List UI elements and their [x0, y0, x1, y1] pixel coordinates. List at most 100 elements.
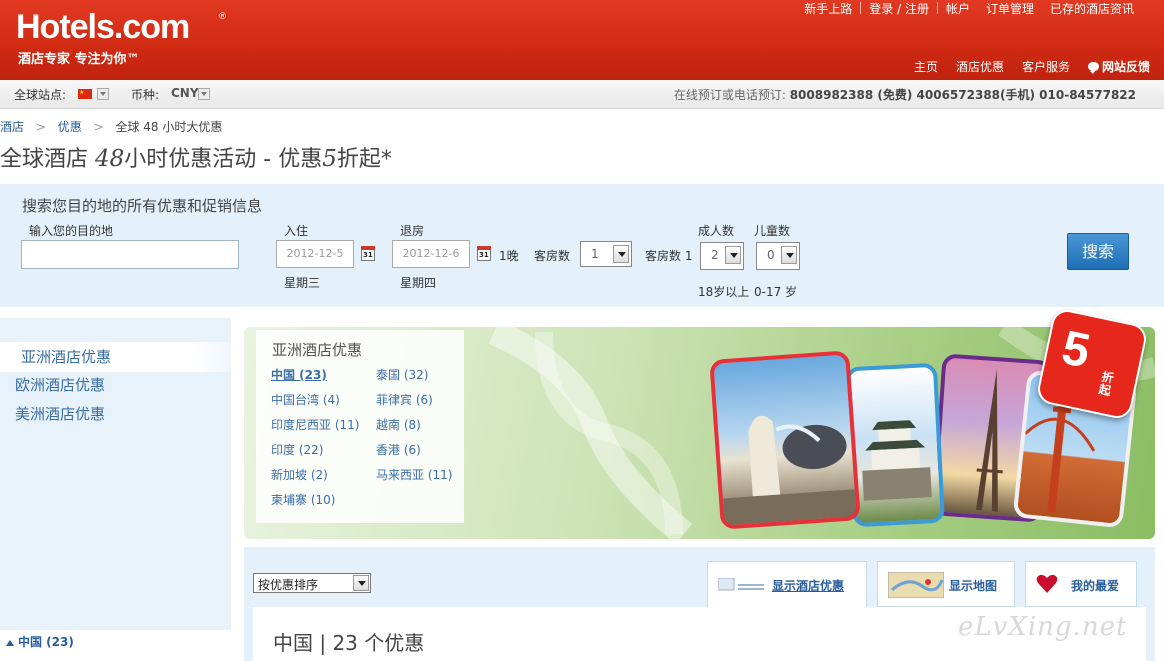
china-flag-icon[interactable] [78, 89, 92, 99]
checkout-label: 退房 [400, 224, 425, 238]
map-icon [888, 572, 944, 598]
nav-home[interactable]: 主页 [914, 58, 938, 75]
collapse-triangle-icon [6, 640, 14, 646]
rooms-select[interactable]: 1 [580, 241, 632, 267]
site-dropdown-icon[interactable] [97, 88, 109, 100]
children-value: 0 [767, 248, 775, 262]
country-link-hongkong[interactable]: 香港 (6) [376, 441, 421, 458]
tab-favorites-label: 我的最爱 [1071, 579, 1120, 593]
tab-favorites[interactable]: 我的最爱 [1025, 561, 1137, 607]
checkin-weekday: 星期三 [284, 276, 321, 290]
adults-note: 18岁以上 [698, 285, 750, 299]
adults-select[interactable]: 2 [700, 242, 744, 270]
nights-count: 1晚 [499, 249, 519, 263]
checkout-weekday: 星期四 [400, 276, 437, 290]
destination-label: 输入您的目的地 [29, 224, 114, 238]
checkin-label: 入住 [284, 224, 309, 238]
asia-deals-box: 亚洲酒店优惠 中国 (23) 泰国 (32) 中国台湾 (4) 菲律宾 (6) … [256, 330, 464, 523]
region-item-americas[interactable]: 美洲酒店优惠 [15, 403, 105, 424]
rooms-label: 客房数 [534, 249, 571, 263]
site-header: Hotels.com ® 酒店专家 专注为你™ 新手上路 登录 / 注册 帐户 … [0, 0, 1164, 80]
breadcrumb-separator: > [35, 120, 46, 134]
country-link-malaysia[interactable]: 马来西亚 (11) [376, 466, 452, 483]
checkin-input[interactable]: 2012-12-5 [276, 240, 354, 268]
currency-value[interactable]: CNY [171, 86, 199, 100]
region-item-europe[interactable]: 欧洲酒店优惠 [15, 374, 105, 395]
castle-icon [862, 420, 932, 501]
phone-info: 在线预订或电话预订: 8008982388 (免费) 4006572388(手机… [674, 86, 1136, 103]
filter-china[interactable]: 中国 (23) [6, 633, 74, 650]
locale-bar: 全球站点: 币种: CNY 在线预订或电话预订: 8008982388 (免费)… [0, 80, 1164, 109]
list-icon [718, 578, 764, 591]
checkin-calendar-icon[interactable]: 31 [361, 246, 375, 261]
breadcrumb-separator: > [93, 120, 104, 134]
top-link-orders[interactable]: 订单管理 [978, 0, 1042, 17]
breadcrumb: 酒店 > 优惠 > 全球 48 小时大优惠 [0, 118, 222, 135]
room-count-label: 客房数 1 [645, 249, 693, 263]
country-link-singapore[interactable]: 新加坡 (2) [271, 466, 328, 483]
chevron-down-icon[interactable] [725, 246, 741, 264]
country-link-vietnam[interactable]: 越南 (8) [376, 416, 421, 433]
chevron-down-icon[interactable] [781, 246, 797, 264]
title-prefix: 全球酒店 [0, 147, 95, 172]
top-link-getting-started[interactable]: 新手上路 [796, 0, 860, 17]
currency-label: 币种: [131, 88, 160, 102]
top-link-account[interactable]: 帐户 [938, 0, 978, 17]
badge-number: 5 [1057, 321, 1095, 379]
tab-show-map[interactable]: 显示地图 [877, 561, 1015, 607]
watermark: eLvXing.net [958, 612, 1128, 642]
region-item-asia[interactable]: 亚洲酒店优惠 [0, 342, 255, 372]
country-link-cambodia[interactable]: 柬埔寨 (10) [271, 491, 335, 508]
merlion-icon [722, 415, 857, 526]
calendar-day: 31 [363, 251, 373, 259]
country-link-indonesia[interactable]: 印度尼西亚 (11) [271, 416, 359, 433]
phone-numbers: 8008982388 (免费) 4006572388(手机) 010-84577… [789, 88, 1136, 102]
asia-deals-title: 亚洲酒店优惠 [272, 341, 363, 359]
country-link-india[interactable]: 印度 (22) [271, 441, 323, 458]
calendar-day: 31 [479, 251, 489, 259]
region-label: 亚洲酒店优惠 [21, 348, 112, 366]
title-middle: 小时优惠活动 - 优惠 [124, 147, 323, 172]
title-discount: 5 [322, 146, 337, 172]
nav-hotel-deals[interactable]: 酒店优惠 [956, 58, 1004, 75]
photo-osaka-castle [844, 362, 946, 528]
tab-show-deals[interactable]: 显示酒店优惠 [707, 561, 867, 608]
breadcrumb-deals[interactable]: 优惠 [58, 120, 82, 134]
badge-text: 折起 [1097, 369, 1115, 399]
title-suffix: 折起* [336, 147, 392, 172]
top-link-saved-hotels[interactable]: 已存的酒店资讯 [1042, 0, 1142, 17]
results-heading: 中国 | 23 个优惠 [273, 631, 425, 655]
page-title: 全球酒店 48小时优惠活动 - 优惠5折起* [0, 141, 392, 173]
search-button[interactable]: 搜索 [1067, 233, 1129, 270]
photo-singapore-merlion [709, 350, 861, 530]
checkout-calendar-icon[interactable]: 31 [477, 246, 491, 261]
checkout-input[interactable]: 2012-12-6 [392, 240, 470, 268]
title-hours: 48 [95, 146, 125, 172]
sort-select[interactable]: 按优惠排序 [253, 573, 371, 593]
nav-customer-service[interactable]: 客户服务 [1022, 58, 1070, 75]
phone-label: 在线预订或电话预订: [673, 88, 786, 102]
children-select[interactable]: 0 [756, 242, 800, 270]
breadcrumb-hotels[interactable]: 酒店 [0, 120, 24, 134]
chevron-down-icon[interactable] [353, 575, 369, 591]
tab-show-map-label: 显示地图 [949, 579, 998, 593]
breadcrumb-current: 全球 48 小时大优惠 [115, 120, 223, 134]
nav-feedback[interactable]: 网站反馈 [1087, 58, 1150, 75]
country-link-philippines[interactable]: 菲律宾 (6) [376, 391, 433, 408]
hotels-logo[interactable]: Hotels.com [16, 8, 190, 47]
tab-show-deals-label: 显示酒店优惠 [772, 579, 845, 593]
children-label: 儿童数 [754, 224, 791, 238]
destination-input[interactable] [21, 240, 239, 269]
speech-bubble-icon [1087, 62, 1099, 74]
top-link-login[interactable]: 登录 / 注册 [861, 0, 937, 17]
currency-dropdown-icon[interactable] [198, 88, 210, 100]
country-link-thailand[interactable]: 泰国 (32) [376, 366, 428, 383]
country-link-taiwan[interactable]: 中国台湾 (4) [271, 391, 340, 408]
logo-slogan: 酒店专家 专注为你™ [18, 52, 140, 67]
chevron-down-icon[interactable] [613, 245, 629, 263]
filter-china-label: 中国 (23) [18, 635, 74, 649]
heart-icon [1036, 574, 1058, 593]
country-link-china[interactable]: 中国 (23) [271, 366, 327, 383]
discount-badge: 5 折起 [1035, 307, 1149, 421]
top-links: 新手上路 登录 / 注册 帐户 订单管理 已存的酒店资讯 [796, 0, 1142, 16]
